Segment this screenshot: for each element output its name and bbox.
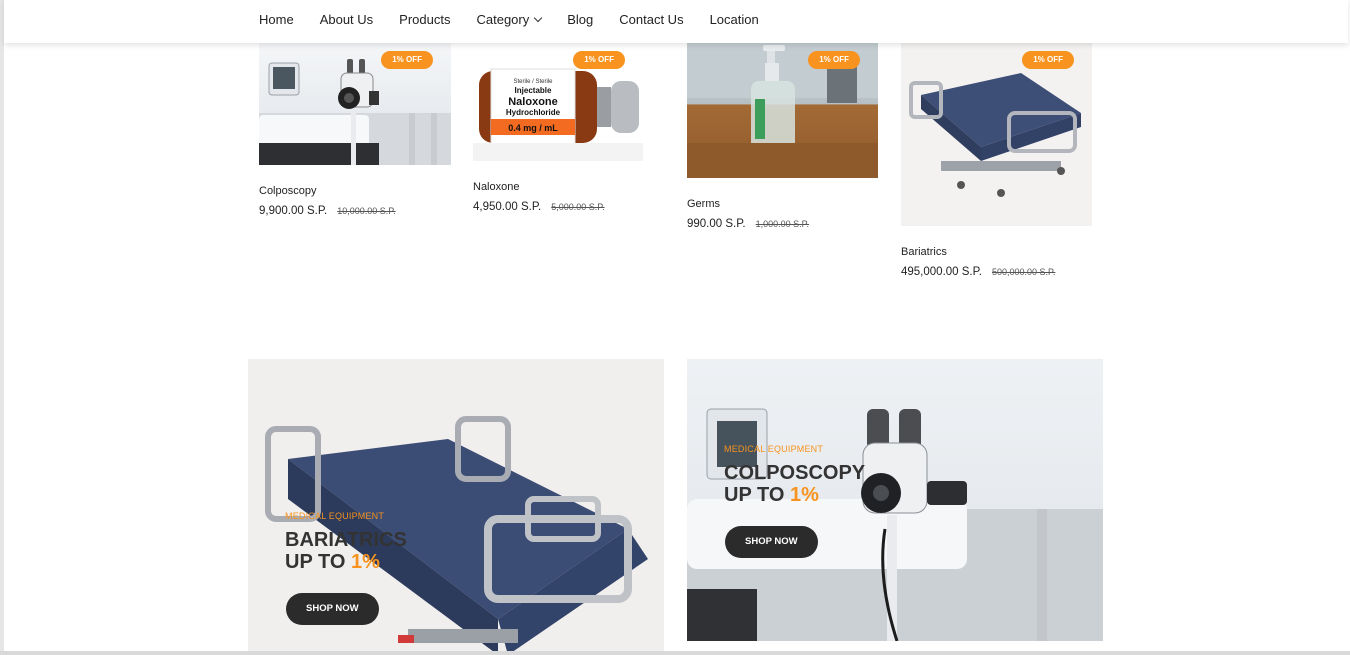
vial-label-line3: Naloxone [508,96,558,108]
promo-banner-bariatrics: MEDICAL EQUIPMENT BARIATRICS UP TO 1% SH… [248,359,664,655]
banner-title: BARIATRICS UP TO 1% [285,529,407,573]
promo-banner-colposcopy: MEDICAL EQUIPMENT COLPOSCOPY UP TO 1% SH… [687,359,1103,641]
nav-location[interactable]: Location [710,12,759,27]
product-old-price: 1,000.00 S.P. [755,219,810,229]
product-image-colposcopy[interactable]: 1% OFF [259,43,451,165]
product-price-row: 9,900.00 S.P. 10,000.00 S.P. [259,205,451,217]
product-price: 495,000.00 S.P. [901,266,982,278]
shop-now-button[interactable]: SHOP NOW [286,593,379,625]
product-price-row: 4,950.00 S.P. 5,000.00 S.P. [473,201,643,213]
window-bottom-edge [0,651,1350,655]
banner-subtitle: MEDICAL EQUIPMENT [285,511,385,521]
banner-title-line1: COLPOSCOPY [724,462,866,484]
product-name[interactable]: Bariatrics [901,246,1092,258]
nav-location-label: Location [709,11,759,27]
top-navbar: Home About Us Products Category Blog Con… [4,0,1348,43]
window-left-edge [0,0,4,655]
nav-products-label: Products [399,11,451,27]
nav-contact-label: Contact Us [619,11,684,27]
shop-now-button[interactable]: SHOP NOW [725,526,818,558]
discount-badge: 1% OFF [381,51,433,69]
product-image-germs[interactable]: 1% OFF [687,43,878,178]
vial-label-line2: Injectable [515,86,552,95]
product-price-row: 495,000.00 S.P. 500,000.00 S.P. [901,266,1092,278]
nav-home[interactable]: Home [259,12,294,27]
banner-title-prefix: UP TO [724,484,790,506]
banner-title-prefix: UP TO [285,551,351,573]
discount-badge: 1% OFF [573,51,625,69]
banner-title-line2: UP TO 1% [285,551,407,573]
product-price: 990.00 S.P. [687,218,746,230]
banner-subtitle: MEDICAL EQUIPMENT [724,444,824,454]
product-old-price: 5,000.00 S.P. [551,202,605,212]
discount-badge: 1% OFF [808,51,860,69]
nav-about-label: About Us [319,11,374,27]
banner-title-highlight: 1% [789,484,819,506]
discount-badge: 1% OFF [1022,51,1074,69]
banner-title-line1: BARIATRICS [285,529,407,551]
product-image-naloxone[interactable]: Sterile / Sterile Injectable Naloxone Hy… [473,43,643,161]
product-name[interactable]: Germs [687,198,878,210]
main-nav: Home About Us Products Category Blog Con… [259,0,759,38]
product-price: 4,950.00 S.P. [473,201,542,213]
banner-title-line2: UP TO 1% [724,484,865,506]
nav-blog-label: Blog [567,11,594,27]
product-old-price: 500,000.00 S.P. [992,267,1056,277]
banner-title-highlight: 1% [350,551,380,573]
vial-label-line4: Hydrochloride [506,108,561,117]
product-card-naloxone[interactable]: Sterile / Sterile Injectable Naloxone Hy… [473,43,643,213]
product-card-bariatrics[interactable]: 1% OFF Bariatrics 495,000.00 S.P. 500,00… [901,43,1092,278]
nav-blog[interactable]: Blog [567,12,593,27]
nav-category[interactable]: Category [476,11,543,27]
banner-title: COLPOSCOPY UP TO 1% [724,462,865,506]
product-old-price: 10,000.00 S.P. [337,206,396,216]
product-price-row: 990.00 S.P. 1,000.00 S.P. [687,218,878,230]
product-price: 9,900.00 S.P. [259,205,328,217]
product-name[interactable]: Naloxone [473,181,643,193]
vial-label-line5: 0.4 mg / mL [508,123,558,133]
nav-home-label: Home [259,11,294,27]
chevron-down-icon [533,13,543,22]
product-card-germs[interactable]: 1% OFF Germs 990.00 S.P. 1,000.00 S.P. [687,43,878,230]
hospital-bed-photo [909,73,1081,197]
product-image-bariatrics[interactable]: 1% OFF [901,43,1092,226]
nav-category-label: Category [476,11,530,27]
nav-products[interactable]: Products [399,12,450,27]
nav-contact-us[interactable]: Contact Us [619,12,683,27]
product-name[interactable]: Colposcopy [259,185,451,197]
nav-about-us[interactable]: About Us [320,12,373,27]
product-card-colposcopy[interactable]: 1% OFF Colposcopy 9,900.00 S.P. 10,000.0… [259,43,451,217]
vial-label-line1: Sterile / Sterile [513,79,553,85]
